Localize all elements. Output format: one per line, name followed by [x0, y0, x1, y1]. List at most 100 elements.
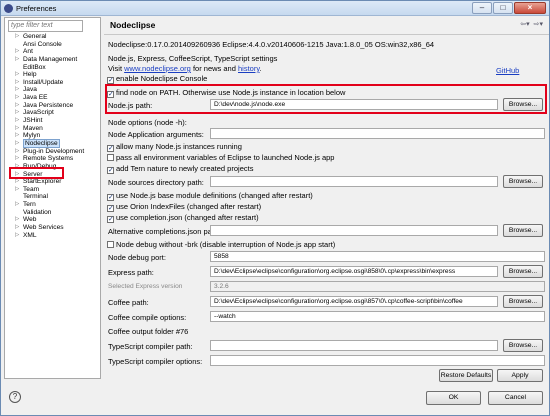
pass-env-checkbox[interactable]: pass all environment variables of Eclips… [107, 153, 334, 162]
expand-arrow-icon[interactable]: ▷ [15, 56, 19, 64]
tree-item-web[interactable]: ▷ Web [5, 216, 100, 224]
node-path-browse-button[interactable]: Browse... [503, 98, 543, 111]
tree-item-label: Maven [23, 124, 43, 132]
find-node-checkbox[interactable]: ✓ find node on PATH. Otherwise use Node.j… [107, 88, 345, 98]
node-sources-browse-button[interactable]: Browse... [503, 175, 543, 188]
expand-arrow-icon[interactable]: ▷ [15, 186, 19, 194]
minimize-button[interactable]: – [472, 2, 492, 14]
tree-item-ant[interactable]: ▷ Ant [5, 48, 100, 56]
tree-item-web-services[interactable]: ▷ Web Services [5, 224, 100, 232]
tree-item-java[interactable]: ▷ Java [5, 86, 100, 94]
cancel-button[interactable]: Cancel [488, 391, 543, 405]
tree-item-xml[interactable]: ▷ XML [5, 232, 100, 240]
expand-arrow-icon[interactable]: ▷ [15, 155, 19, 163]
expand-arrow-icon[interactable]: ▷ [15, 140, 19, 148]
close-button[interactable]: × [514, 2, 546, 14]
ts-path-browse-button[interactable]: Browse... [503, 339, 543, 352]
expand-arrow-icon[interactable]: ▷ [15, 224, 19, 232]
node-app-args-label: Node Application arguments: [108, 130, 204, 139]
tree-item-jshint[interactable]: ▷ JSHint [5, 117, 100, 125]
filter-input[interactable]: type filter text [8, 20, 83, 32]
expand-arrow-icon[interactable]: ▷ [15, 102, 19, 110]
debug-port-field[interactable]: 5858 [210, 251, 545, 262]
tree-item-team[interactable]: ▷ Team [5, 186, 100, 194]
expand-arrow-icon[interactable]: ▷ [15, 79, 19, 87]
tree-item-java-ee[interactable]: ▷ Java EE [5, 94, 100, 102]
nodeclipse-site-link[interactable]: www.nodeclipse.org [124, 64, 191, 73]
tree-item-startexplorer[interactable]: ▷ StartExplorer [5, 178, 100, 186]
tree-item-editbox[interactable]: EditBox [5, 64, 100, 72]
tree-item-general[interactable]: ▷ General [5, 33, 100, 41]
visit-line: Visit www.nodeclipse.org for news and hi… [108, 64, 262, 73]
tree-item-label: Java [23, 86, 37, 94]
history-link[interactable]: history [238, 64, 260, 73]
coffee-options-field[interactable]: --watch [210, 311, 545, 322]
expand-arrow-icon[interactable]: ▷ [15, 216, 19, 224]
tree-item-plug-in-development[interactable]: ▷ Plug-in Development [5, 148, 100, 156]
use-orion-checkbox[interactable]: ✓ use Orion IndexFiles (changed after res… [107, 202, 261, 212]
expand-arrow-icon[interactable]: ▷ [15, 48, 19, 56]
expand-arrow-icon[interactable]: ▷ [15, 109, 19, 117]
enable-console-checkbox[interactable]: ✓ enable Nodeclipse Console [107, 74, 207, 84]
alt-completions-field[interactable] [210, 225, 498, 236]
expand-arrow-icon[interactable]: ▷ [15, 33, 19, 41]
tree-item-ansi-console[interactable]: Ansi Console [5, 41, 100, 49]
expand-arrow-icon[interactable]: ▷ [15, 86, 19, 94]
help-icon[interactable]: ? [9, 391, 21, 403]
expand-arrow-icon[interactable]: ▷ [15, 117, 19, 125]
expand-arrow-icon[interactable]: ▷ [15, 232, 19, 240]
node-options-label: Node options (node -h): [108, 118, 187, 127]
forward-arrow-icon[interactable]: ⇨▾ [534, 20, 543, 28]
use-completion-checkbox[interactable]: ✓ use completion.json (changed after rest… [107, 213, 259, 223]
express-path-field[interactable]: D:\dev\Eclipse\eclipse\configuration\org… [210, 266, 498, 277]
express-path-label: Express path: [108, 268, 154, 277]
ok-button[interactable]: OK [426, 391, 481, 405]
coffee-path-field[interactable]: D:\dev\Eclipse\eclipse\configuration\org… [210, 296, 498, 307]
back-arrow-icon[interactable]: ⇦▾ [520, 20, 529, 28]
expand-arrow-icon[interactable]: ▷ [15, 178, 19, 186]
expand-arrow-icon[interactable]: ▷ [15, 201, 19, 209]
alt-completions-label: Alternative completions.json path: [108, 227, 221, 236]
tree-item-label: Terminal [23, 193, 48, 201]
expand-arrow-icon[interactable]: ▷ [15, 132, 19, 140]
ts-path-field[interactable] [210, 340, 498, 351]
express-path-browse-button[interactable]: Browse... [503, 265, 543, 278]
tree-item-help[interactable]: ▷ Help [5, 71, 100, 79]
add-tern-checkbox[interactable]: ✓ add Tern nature to newly created projec… [107, 164, 253, 174]
restore-defaults-button[interactable]: Restore Defaults [439, 369, 493, 382]
tree-item-javascript[interactable]: ▷ JavaScript [5, 109, 100, 117]
ts-path-label: TypeScript compiler path: [108, 342, 193, 351]
tree-item-tern[interactable]: ▷ Tern [5, 201, 100, 209]
alt-completions-browse-button[interactable]: Browse... [503, 224, 543, 237]
tree-item-remote-systems[interactable]: ▷ Remote Systems [5, 155, 100, 163]
node-path-field[interactable]: D:\dev\node.js\node.exe [210, 99, 498, 110]
tree-item-label: Install/Update [23, 78, 64, 86]
node-app-args-field[interactable] [210, 128, 545, 139]
expand-arrow-icon[interactable]: ▷ [15, 94, 19, 102]
expand-arrow-icon[interactable]: ▷ [15, 125, 19, 133]
apply-button[interactable]: Apply [497, 369, 543, 382]
debug-nobrk-checkbox[interactable]: Node debug without -brk (disable interru… [107, 240, 335, 249]
coffee-path-browse-button[interactable]: Browse... [503, 295, 543, 308]
tree-item-maven[interactable]: ▷ Maven [5, 125, 100, 133]
allow-many-checkbox[interactable]: ✓ allow many Node.js instances running [107, 142, 242, 152]
coffee-options-label: Coffee compile options: [108, 313, 187, 322]
tree-item-nodeclipse[interactable]: ▷ Nodeclipse [5, 138, 100, 148]
ts-options-field[interactable] [210, 355, 545, 366]
maximize-button[interactable]: □ [493, 2, 513, 14]
use-base-defs-checkbox[interactable]: ✓ use Node.js base module definitions (ch… [107, 191, 313, 201]
tree-item-label: Validation [23, 208, 52, 216]
tree-item-terminal[interactable]: Terminal [5, 193, 100, 201]
tree-item-install-update[interactable]: ▷ Install/Update [5, 79, 100, 87]
github-link[interactable]: GitHub [496, 66, 519, 75]
node-path-label: Node.js path: [108, 101, 153, 110]
tree-item-label: EditBox [23, 63, 46, 71]
tree-item-label: Web Services [23, 224, 64, 232]
tree-item-label: Team [23, 185, 40, 193]
expand-arrow-icon[interactable]: ▷ [15, 71, 19, 79]
tree-item-validation[interactable]: Validation [5, 209, 100, 217]
tree-item-java-persistence[interactable]: ▷ Java Persistence [5, 102, 100, 110]
node-sources-field[interactable] [210, 176, 498, 187]
tree-item-data-management[interactable]: ▷ Data Management [5, 56, 100, 64]
expand-arrow-icon[interactable]: ▷ [15, 148, 19, 156]
